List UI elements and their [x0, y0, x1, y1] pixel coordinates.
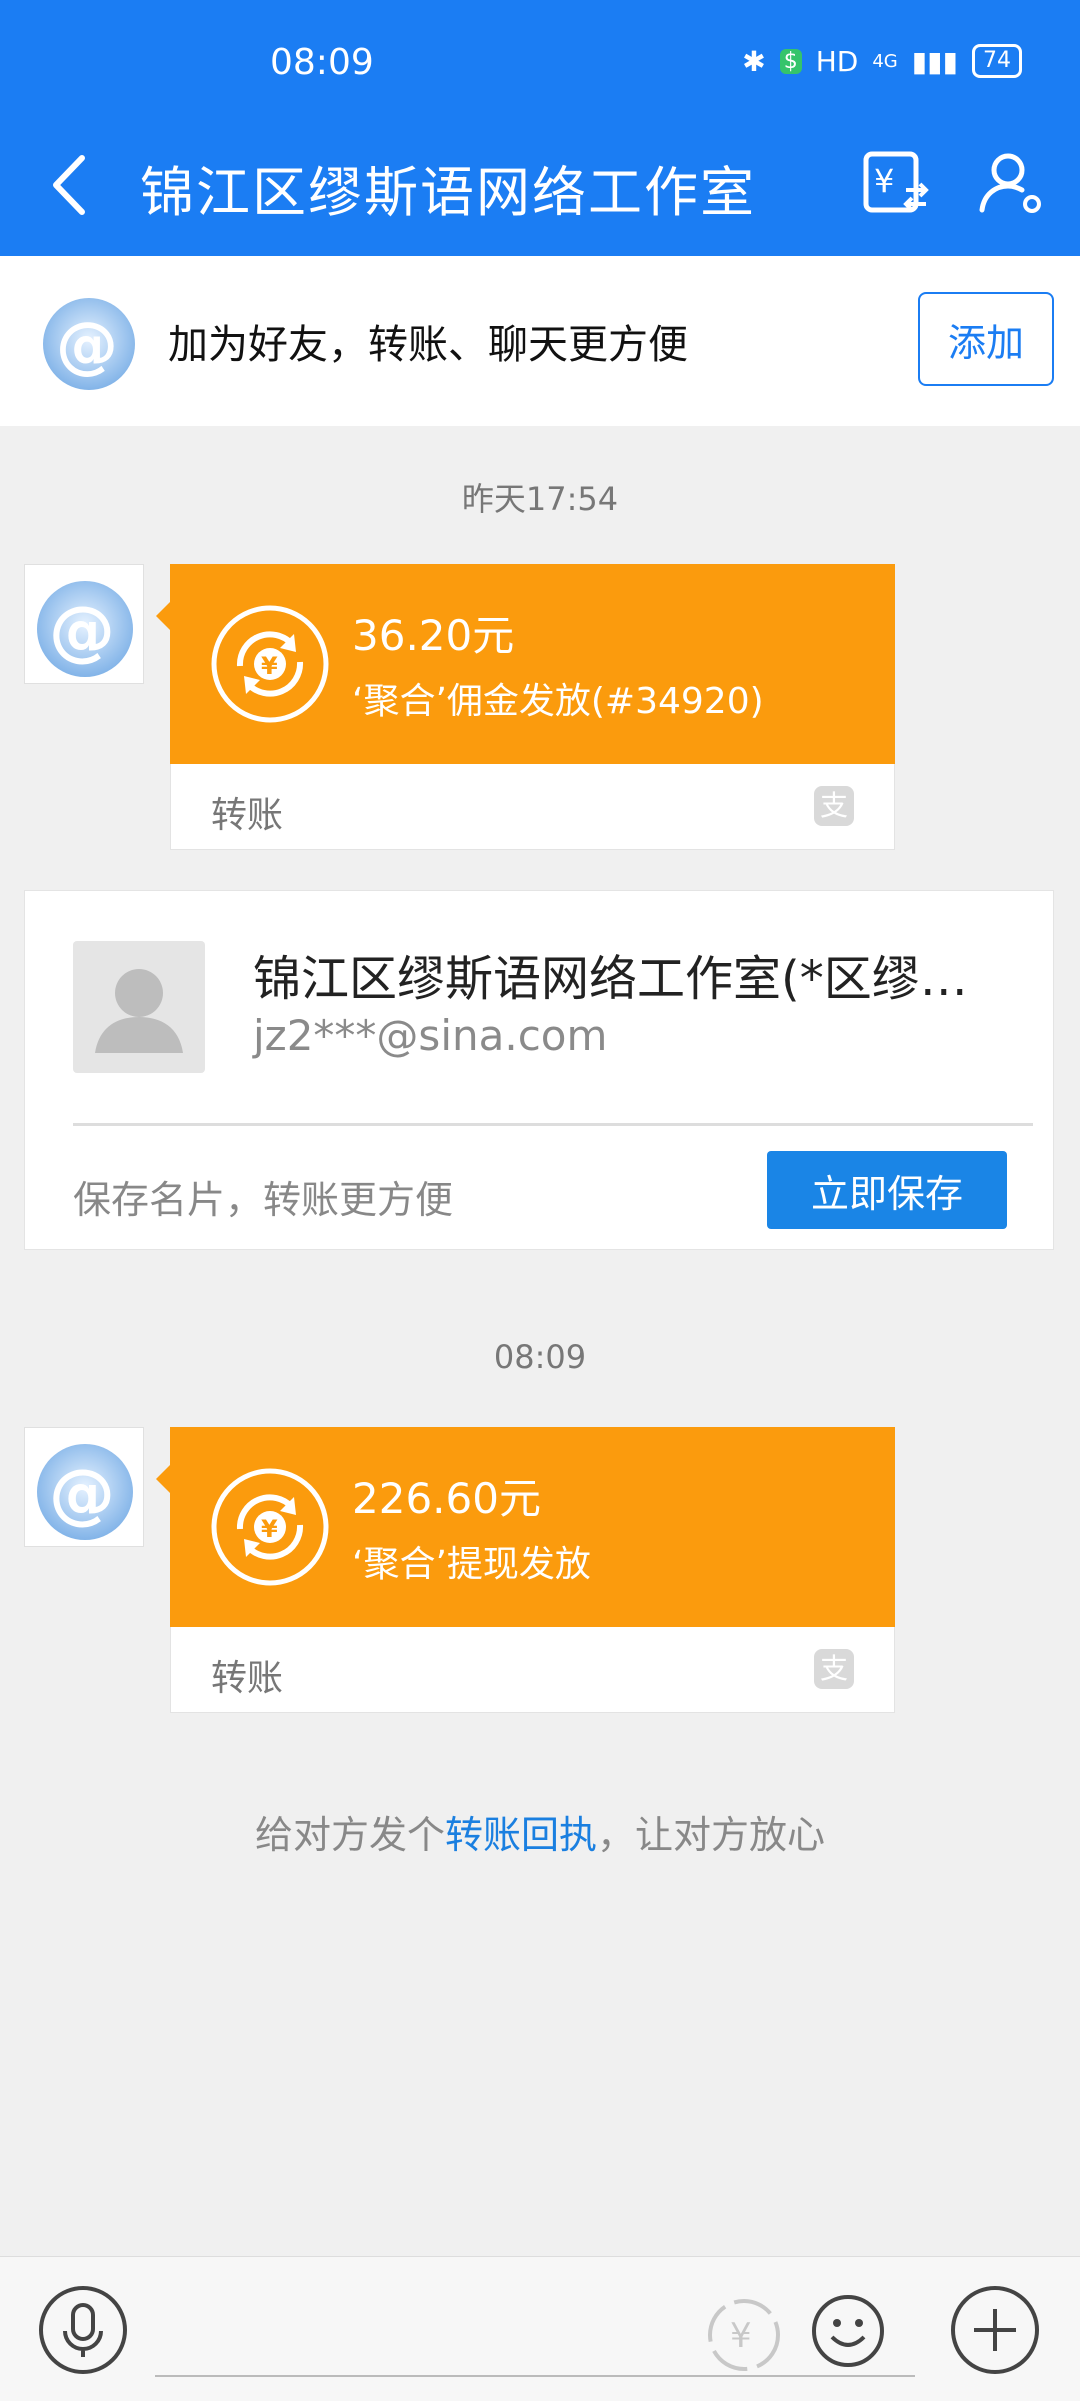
- add-friend-text: 加为好友，转账、聊天更方便: [168, 322, 688, 368]
- signal-label: 4G: [872, 50, 898, 72]
- back-icon[interactable]: [40, 140, 100, 230]
- contact-card[interactable]: 锦江区缪斯语网络工作室(*区缪… jz2***@sina.com 保存名片，转账…: [24, 890, 1054, 1250]
- transfer-card-footer: 转账 支: [170, 1627, 895, 1713]
- signal-icon: ▮▮▮: [911, 44, 958, 78]
- transfer-card[interactable]: ¥ 226.60元 ‘聚合’提现发放 转账 支: [156, 1427, 895, 1713]
- message-input[interactable]: [155, 2375, 915, 2377]
- receipt-tip-prefix: 给对方发个: [254, 1813, 445, 1857]
- contact-avatar: [73, 941, 205, 1073]
- transfer-description: ‘聚合’提现发放: [352, 1544, 591, 1585]
- network-label: HD: [815, 44, 859, 78]
- contact-save-hint: 保存名片，转账更方便: [73, 1178, 454, 1222]
- page-title: 锦江区缪斯语网络工作室: [140, 161, 756, 224]
- message-timestamp: 昨天17:54: [461, 480, 619, 518]
- avatar[interactable]: @: [24, 564, 144, 684]
- transfer-amount: 226.60元: [352, 1474, 541, 1523]
- svg-text:¥: ¥: [261, 652, 278, 680]
- save-contact-button[interactable]: 立即保存: [767, 1151, 1007, 1229]
- message-timestamp: 08:09: [493, 1338, 587, 1376]
- mic-icon[interactable]: [38, 2285, 128, 2379]
- shield-icon: $: [779, 48, 802, 74]
- yuan-transfer-icon: ¥: [210, 604, 330, 724]
- receipt-tip-suffix: ，让对方放心: [597, 1813, 826, 1857]
- transfer-card-footer: 转账 支: [170, 764, 895, 850]
- transfer-type-label: 转账: [211, 795, 284, 836]
- svg-text:@: @: [49, 592, 115, 669]
- input-bar: ¥: [0, 2256, 1080, 2401]
- divider: [73, 1123, 1033, 1126]
- transfer-type-label: 转账: [211, 1658, 284, 1699]
- transfer-icon[interactable]: ¥: [860, 148, 930, 218]
- receipt-link[interactable]: 转账回执: [445, 1813, 597, 1857]
- transfer-amount: 36.20元: [352, 611, 515, 660]
- svg-text:¥: ¥: [874, 162, 894, 200]
- status-icons: ✱ $ HD 4G ▮▮▮ 74: [742, 44, 1022, 78]
- bluetooth-icon: ✱: [742, 44, 766, 78]
- alipay-icon: 支: [814, 1649, 854, 1689]
- add-friend-banner: @ 加为好友，转账、聊天更方便 添加: [0, 256, 1080, 426]
- contact-email: jz2***@sina.com: [253, 1011, 608, 1060]
- transfer-card-top: ¥ 36.20元 ‘聚合’佣金发放(#34920): [156, 564, 895, 764]
- avatar[interactable]: @: [34, 282, 144, 402]
- transfer-card-top: ¥ 226.60元 ‘聚合’提现发放: [156, 1427, 895, 1627]
- battery-indicator: 74: [972, 44, 1022, 78]
- transfer-card[interactable]: ¥ 36.20元 ‘聚合’佣金发放(#34920) 转账 支: [156, 564, 895, 850]
- svg-text:@: @: [56, 308, 118, 381]
- alipay-icon: 支: [814, 786, 854, 826]
- contact-name: 锦江区缪斯语网络工作室(*区缪…: [253, 951, 968, 1007]
- status-time: 08:09: [270, 42, 374, 83]
- svg-text:¥: ¥: [261, 1515, 278, 1543]
- top-bar: 08:09 ✱ $ HD 4G ▮▮▮ 74 锦江区缪斯语网络工作室 ¥: [0, 0, 1080, 256]
- yuan-transfer-icon: ¥: [210, 1467, 330, 1587]
- plus-icon[interactable]: [950, 2285, 1040, 2379]
- receipt-tip: 给对方发个转账回执，让对方放心: [0, 1804, 1080, 1859]
- emoji-icon[interactable]: [810, 2293, 886, 2373]
- yuan-icon[interactable]: ¥: [706, 2297, 782, 2377]
- svg-text:@: @: [49, 1455, 115, 1532]
- svg-text:¥: ¥: [730, 2316, 752, 2356]
- avatar[interactable]: @: [24, 1427, 144, 1547]
- add-friend-button[interactable]: 添加: [918, 292, 1054, 386]
- profile-icon[interactable]: [976, 148, 1046, 218]
- transfer-description: ‘聚合’佣金发放(#34920): [352, 681, 764, 722]
